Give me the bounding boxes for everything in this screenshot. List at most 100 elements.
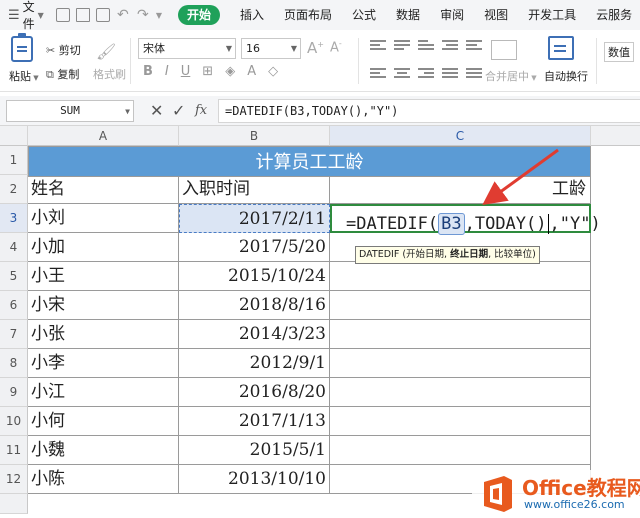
bold-icon[interactable]: B (143, 64, 153, 79)
underline-icon[interactable]: U (181, 64, 191, 79)
tab-2[interactable]: 插入 (230, 0, 274, 30)
tenure-cell[interactable] (330, 378, 591, 407)
insert-function-icon[interactable]: fx (195, 103, 207, 118)
print-preview-icon[interactable] (95, 8, 110, 22)
align-right-icon[interactable] (418, 68, 434, 80)
clear-format-icon[interactable]: ◇ (268, 64, 278, 79)
employee-name-cell[interactable]: 小魏 (28, 436, 179, 465)
row-header[interactable]: 1 (0, 146, 28, 175)
employee-name-cell[interactable]: 小陈 (28, 465, 179, 494)
row-header[interactable]: 11 (0, 436, 28, 465)
hire-date-cell[interactable]: 2012/9/1 (179, 349, 330, 378)
font-size-select[interactable]: 16 ▼ (241, 38, 301, 59)
formula-input[interactable]: =DATEDIF(B3,TODAY(),"Y") (218, 99, 640, 123)
hire-date-cell[interactable]: 2015/5/1 (179, 436, 330, 465)
tenure-cell[interactable] (330, 262, 591, 291)
align-bottom-icon[interactable] (418, 40, 434, 52)
hire-date-cell[interactable]: 2017/5/20 (179, 233, 330, 262)
tab-8[interactable]: 开发工具 (518, 0, 586, 30)
row-header[interactable]: 3 (0, 204, 28, 233)
merge-center-button[interactable]: 合并居中 ▼ (485, 68, 537, 84)
hire-date-cell[interactable]: 2014/3/23 (179, 320, 330, 349)
align-left-icon[interactable] (370, 68, 386, 80)
hire-date-cell[interactable]: 2017/1/13 (179, 407, 330, 436)
paste-button[interactable]: 粘贴 ▼ (9, 68, 39, 84)
undo-icon[interactable]: ↶ (116, 8, 130, 22)
tab-6[interactable]: 审阅 (430, 0, 474, 30)
wrap-text-icon[interactable] (548, 36, 574, 60)
align-top-icon[interactable] (370, 40, 386, 52)
wrap-text-button[interactable]: 自动换行 (544, 68, 588, 84)
employee-name-cell[interactable]: 小加 (28, 233, 179, 262)
font-color-icon[interactable]: A (247, 64, 256, 79)
tab-4[interactable]: 公式 (342, 0, 386, 30)
fill-color-icon[interactable]: ◈ (225, 64, 235, 79)
hire-date-cell[interactable]: 2017/2/11 (179, 204, 330, 233)
row-header[interactable]: 2 (0, 175, 28, 204)
employee-name-cell[interactable]: 小刘 (28, 204, 179, 233)
print-icon[interactable] (75, 8, 90, 22)
justify-icon[interactable] (442, 68, 458, 80)
file-menu[interactable]: ☰ 文件 ▼ (0, 0, 50, 31)
tab-1[interactable]: 开始 (168, 0, 230, 30)
merge-icon[interactable] (491, 40, 517, 60)
sheet-title-cell[interactable]: 计算员工工龄 (28, 146, 591, 177)
chevron-down-icon[interactable]: ▼ (156, 11, 162, 20)
employee-name-cell[interactable]: 小张 (28, 320, 179, 349)
tab-7[interactable]: 视图 (474, 0, 518, 30)
align-center-icon[interactable] (394, 68, 410, 80)
hire-date-cell[interactable]: 2013/10/10 (179, 465, 330, 494)
decrease-font-icon[interactable]: A- (330, 39, 342, 55)
tab-9[interactable]: 云服务 (586, 0, 640, 30)
hire-date-cell[interactable]: 2018/8/16 (179, 291, 330, 320)
hire-date-cell[interactable]: 2015/10/24 (179, 262, 330, 291)
tab-5[interactable]: 数据 (386, 0, 430, 30)
border-icon[interactable]: ⊞ (202, 64, 213, 79)
cut-button[interactable]: ✂ 剪切 (46, 42, 81, 58)
row-header[interactable]: 10 (0, 407, 28, 436)
column-header-b[interactable]: B (179, 126, 330, 146)
tenure-cell[interactable] (330, 407, 591, 436)
row-header[interactable] (0, 494, 28, 514)
row-header[interactable]: 8 (0, 349, 28, 378)
align-middle-icon[interactable] (394, 40, 410, 52)
redo-icon[interactable]: ↷ (136, 8, 150, 22)
header-cell[interactable]: 姓名 (28, 175, 179, 204)
number-format-select[interactable]: 数值 (604, 42, 634, 62)
confirm-icon[interactable]: ✓ (172, 101, 185, 120)
employee-name-cell[interactable]: 小王 (28, 262, 179, 291)
column-header-c[interactable]: C (330, 126, 591, 146)
tenure-cell[interactable] (330, 320, 591, 349)
outdent-icon[interactable] (466, 40, 482, 52)
font-name-select[interactable]: 宋体 ▼ (138, 38, 236, 59)
row-header[interactable]: 9 (0, 378, 28, 407)
employee-name-cell[interactable]: 小何 (28, 407, 179, 436)
format-painter-icon[interactable]: 🖌 (96, 42, 116, 61)
indent-icon[interactable] (442, 40, 458, 52)
paste-icon[interactable] (11, 33, 33, 62)
employee-name-cell[interactable]: 小江 (28, 378, 179, 407)
select-all-corner[interactable] (0, 126, 28, 146)
hire-date-cell[interactable]: 2016/8/20 (179, 378, 330, 407)
row-header[interactable]: 6 (0, 291, 28, 320)
row-header[interactable]: 7 (0, 320, 28, 349)
row-header[interactable]: 12 (0, 465, 28, 494)
header-cell[interactable]: 入职时间 (179, 175, 330, 204)
tenure-cell[interactable] (330, 349, 591, 378)
format-painter-button[interactable]: 格式刷 (93, 66, 126, 82)
column-header-a[interactable]: A (28, 126, 179, 146)
tenure-cell[interactable] (330, 436, 591, 465)
tenure-cell[interactable] (330, 291, 591, 320)
row-header[interactable]: 4 (0, 233, 28, 262)
name-box[interactable]: SUM ▼ (6, 100, 134, 122)
increase-font-icon[interactable]: A+ (307, 39, 324, 57)
distributed-icon[interactable] (466, 68, 482, 80)
employee-name-cell[interactable]: 小宋 (28, 291, 179, 320)
column-header-d[interactable] (591, 126, 640, 146)
save-icon[interactable] (55, 8, 70, 22)
cancel-icon[interactable]: ✕ (150, 101, 163, 120)
employee-name-cell[interactable]: 小李 (28, 349, 179, 378)
header-cell[interactable]: 工龄 (330, 175, 591, 204)
copy-button[interactable]: ⧉ 复制 (46, 66, 79, 82)
row-header[interactable]: 5 (0, 262, 28, 291)
